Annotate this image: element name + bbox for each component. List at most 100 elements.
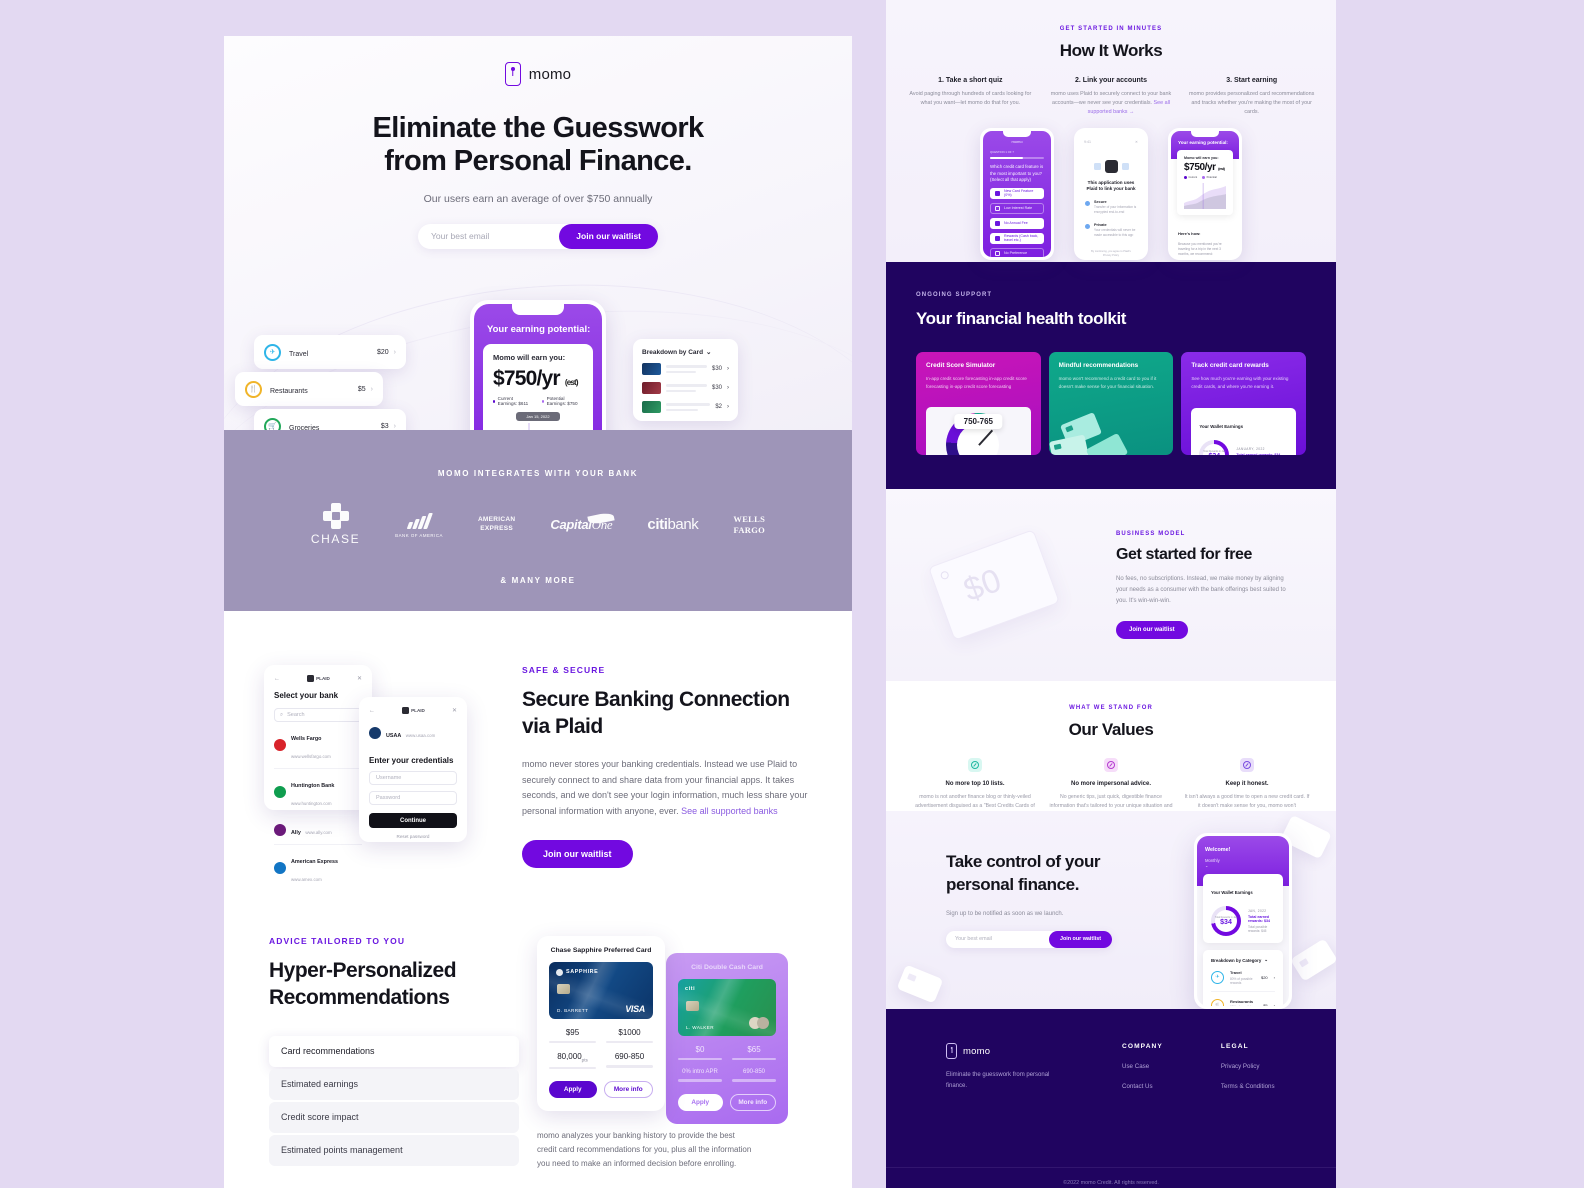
page-title: Eliminate the Guesswork from Personal Fi… — [224, 112, 852, 179]
bank-logo-capitalone: CapitalOne — [550, 517, 612, 533]
footer-link-use-case[interactable]: Use Case — [1122, 1063, 1163, 1070]
back-arrow-icon[interactable]: ← — [274, 676, 280, 682]
plaid-continue-button[interactable]: Continue — [369, 813, 457, 828]
credit-card-art-citi: citi L. WALKER — [678, 978, 776, 1036]
category-body: Restaurants60% of possible rewards — [1230, 999, 1257, 1007]
final-cta-signup-form: Join our waitlist — [946, 930, 1112, 948]
rec-list-item-estimated-points[interactable]: Estimated points management — [269, 1134, 519, 1166]
apply-button-secondary[interactable]: Apply — [678, 1093, 723, 1111]
back-arrow-icon[interactable]: ← — [369, 708, 375, 714]
quiz-option[interactable]: Low Interest Rate — [990, 202, 1044, 214]
plaid-bank-option[interactable]: Ally www.ally.com — [274, 816, 362, 845]
footer-columns: momo Eliminate the guesswork from person… — [946, 1043, 1276, 1092]
floating-card-graphic — [896, 964, 944, 1004]
bank-option-name: Wells Fargo — [291, 736, 322, 742]
quiz-option[interactable]: No Annual Fee — [990, 217, 1044, 229]
card-brand: citi — [685, 986, 695, 992]
footer-brand: momo Eliminate the guesswork from person… — [946, 1043, 1064, 1092]
breakdown-by-category-card: Breakdown by Category ⌄ ✈ Travel 80% of p… — [1203, 950, 1283, 1006]
donut-value: $34 — [1220, 919, 1232, 926]
close-icon[interactable]: ✕ — [452, 707, 457, 714]
credit-score-value: 750-765 — [954, 414, 1003, 429]
bank-option-body: Ally www.ally.com — [291, 821, 332, 839]
footer-link-privacy-policy[interactable]: Privacy Policy — [1221, 1063, 1275, 1070]
footer-logo[interactable]: momo — [946, 1043, 1064, 1059]
plaid-bank-option[interactable]: Huntington Bank www.huntington.com — [274, 769, 362, 816]
capone-light: One — [591, 516, 613, 532]
hiw-phone-quiz: momo QUESTION 1 OF 7 Which credit card f… — [980, 127, 1054, 260]
footer-link-contact-us[interactable]: Contact Us — [1122, 1083, 1163, 1090]
hero-join-waitlist-button[interactable]: Join our waitlist — [559, 223, 658, 249]
category-sub: 60% of possible rewards — [1230, 1005, 1257, 1006]
card-stats-row: 80,000pts 690-850 — [549, 1052, 653, 1070]
bank-option-url: www.amex.com — [291, 877, 322, 882]
bank-option-name: Huntington Bank — [291, 783, 335, 789]
hero-section: momo Eliminate the Guesswork from Person… — [224, 36, 852, 430]
rec-list-item-estimated-earnings[interactable]: Estimated earnings — [269, 1068, 519, 1100]
bank-name-line1: AMERICAN — [477, 516, 516, 524]
stat-value: 690-850 — [614, 1052, 645, 1062]
rec-list-item-credit-score-impact[interactable]: Credit score impact — [269, 1101, 519, 1133]
plaid-bank-option[interactable]: Wells Fargo www.wellsfargo.com — [274, 722, 362, 769]
step-desc: Avoid paging through hundreds of cards l… — [909, 91, 1032, 107]
bank-avatar — [274, 862, 286, 874]
stat-value: 80,000 — [557, 1052, 582, 1062]
citi-light: bank — [667, 516, 699, 533]
plaid-username-input[interactable]: Username — [369, 771, 457, 785]
toolkit-card-mindful-recommendations[interactable]: Mindful recommendations momo won't recom… — [1048, 352, 1174, 455]
final-cta-email-input[interactable] — [946, 936, 1049, 943]
more-info-button-secondary[interactable]: More info — [729, 1093, 776, 1111]
headline-line-2: from Personal Finance. — [384, 145, 692, 178]
chevron-down-icon: ⌄ — [1264, 957, 1268, 962]
recs-title: Hyper-Personalized Recommendations — [269, 958, 457, 1009]
card-panel-secondary: Citi Double Cash Card citi L. WALKER $0 … — [666, 952, 788, 1124]
earning-amount: $750/yr — [1184, 161, 1216, 173]
earning-suffix: (est) — [1218, 165, 1225, 171]
earning-howto: Here's how: Because you mentioned you're… — [1178, 222, 1232, 257]
category-row-restaurants[interactable]: 🍴 Restaurants60% of possible rewards $5 › — [1211, 999, 1275, 1007]
earning-amount: $750/yr — [493, 367, 561, 390]
category-body: Travel 80% of possible rewards — [1230, 970, 1255, 985]
quiz-option[interactable]: Rewards (Cash back, travel etc.) — [990, 232, 1044, 244]
rec-list-item-card-recommendations[interactable]: Card recommendations — [269, 1035, 519, 1067]
breakdown-header[interactable]: Breakdown by Card ⌄ — [642, 348, 729, 357]
wallet-title: Your Wallet Earnings — [1211, 890, 1253, 895]
see-all-supported-banks-link[interactable]: See all supported banks — [681, 806, 778, 816]
apply-button[interactable]: Apply — [549, 1081, 597, 1099]
free-join-waitlist-button[interactable]: Join our waitlist — [1116, 621, 1188, 640]
toolkit-card-track-rewards[interactable]: Track credit card rewards See how much y… — [1181, 352, 1307, 455]
step-desc: momo uses Plaid to securely connect to y… — [1047, 90, 1176, 118]
bank-option-name: American Express — [291, 859, 339, 865]
category-amount-group: $20 › — [376, 348, 396, 356]
plane-icon: ✈ — [1211, 970, 1224, 984]
hero-email-input[interactable] — [418, 231, 560, 242]
plaid-bank-option[interactable]: American Express www.amex.com — [274, 845, 362, 891]
phone-screen: Your earning potential: Momo will earn y… — [1171, 130, 1239, 257]
card-thumbnail — [642, 363, 661, 375]
toolkit-card-credit-score-simulator[interactable]: Credit Score Simulator In-app credit sco… — [916, 352, 1041, 455]
card-stats-row: $95 $1000 — [549, 1028, 653, 1044]
secure-join-waitlist-button[interactable]: Join our waitlist — [522, 839, 633, 868]
more-info-button[interactable]: More info — [603, 1081, 653, 1099]
wallet-row: Total Rewards in Jan $34 JAN, 2022 Total… — [1211, 906, 1275, 936]
footer-link-terms[interactable]: Terms & Conditions — [1221, 1083, 1275, 1090]
final-cta-join-waitlist-button[interactable]: Join our waitlist — [1048, 930, 1112, 948]
card-stats-row: 0% intro APR 690-850 — [678, 1069, 776, 1082]
wallet-text: JAN, 2022 Total earned rewards: $34 Tota… — [1248, 909, 1275, 934]
category-row-travel[interactable]: ✈ Travel 80% of possible rewards $20 › — [1211, 970, 1275, 992]
feature-body: Private Your credentials will never be m… — [1094, 223, 1137, 238]
status-time: 9:41 — [1084, 139, 1091, 144]
breakdown-header[interactable]: Breakdown by Category ⌄ — [1211, 957, 1275, 963]
close-icon[interactable]: ✕ — [1135, 140, 1138, 144]
hiw-kicker: GET STARTED IN MINUTES — [1059, 26, 1163, 32]
period-filter[interactable]: Monthly ⌄ — [1205, 858, 1281, 868]
plaid-reset-password-link[interactable]: Reset password — [369, 834, 457, 839]
copyright-text: ©2022 momo Credit. All rights reserved. — [1063, 1179, 1159, 1186]
quiz-option[interactable]: New Card Feature (0%) — [990, 187, 1044, 199]
close-icon[interactable]: ✕ — [357, 675, 362, 682]
plaid-password-input[interactable]: Password — [369, 791, 457, 805]
quiz-option[interactable]: No Preference — [990, 247, 1044, 257]
site-logo[interactable]: momo — [224, 36, 852, 86]
plaid-search-input[interactable]: ⌕ Search — [274, 708, 362, 722]
legend-item: Current — [1184, 175, 1197, 179]
